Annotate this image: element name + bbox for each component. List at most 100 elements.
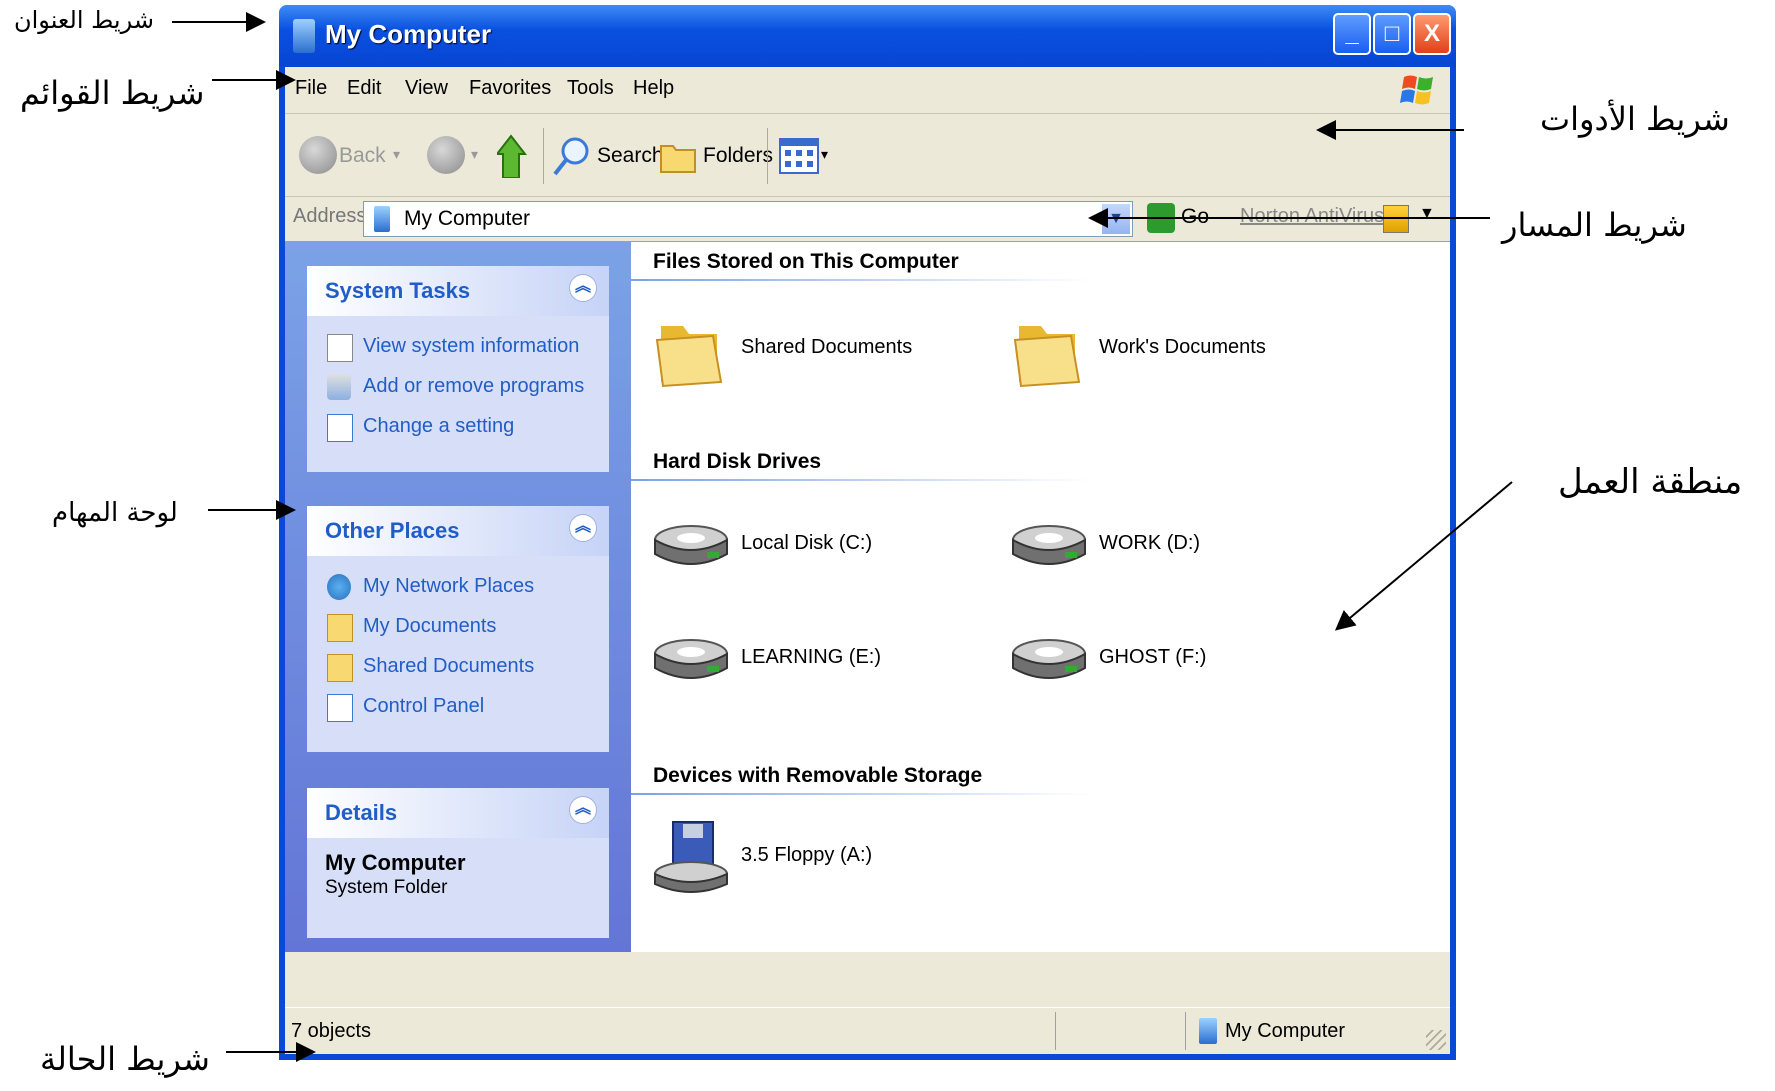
menu-favorites[interactable]: Favorites [469, 77, 551, 100]
go-button[interactable]: Go [1181, 205, 1209, 229]
folder-icon [1013, 326, 1081, 388]
folders-icon[interactable] [659, 140, 697, 174]
label-toolbar: شريط الأدوات [1540, 100, 1730, 138]
collapse-chevron-icon[interactable]: ︽ [569, 796, 597, 824]
my-computer-window: My Computer _ □ X File Edit View Favorit… [279, 5, 1456, 1060]
views-dropdown-icon[interactable]: ▾ [821, 146, 828, 163]
label-task-pane: لوحة المهام [52, 498, 178, 528]
group-heading: Files Stored on This Computer [653, 250, 959, 273]
up-folder-icon[interactable] [497, 134, 533, 178]
status-location: My Computer [1225, 1020, 1346, 1042]
menu-bar: File Edit View Favorites Tools Help [285, 67, 1450, 114]
menu-edit[interactable]: Edit [347, 77, 381, 100]
place-my-documents[interactable]: My Documents [307, 608, 609, 648]
maximize-button[interactable]: □ [1373, 13, 1411, 55]
menu-view[interactable]: View [405, 77, 448, 100]
collapse-chevron-icon[interactable]: ︽ [569, 274, 597, 302]
menu-tools[interactable]: Tools [567, 77, 614, 100]
folder-icon [655, 326, 723, 388]
details-title: Details [325, 800, 398, 825]
place-shared-documents[interactable]: Shared Documents [307, 648, 609, 688]
label-address-bar: شريط المسار [1502, 206, 1687, 244]
forward-arrow-icon[interactable] [427, 136, 465, 174]
item-label: 3.5 Floppy (A:) [741, 844, 873, 866]
views-icon[interactable] [779, 138, 819, 174]
menu-help[interactable]: Help [633, 77, 674, 100]
norton-antivirus-link[interactable]: Norton AntiVirus [1240, 205, 1384, 228]
task-pane: System Tasks ︽ View system information A… [285, 242, 631, 952]
hard-drive-icon [1012, 525, 1086, 565]
item-label: Work's Documents [1099, 336, 1266, 358]
task-view-system-info[interactable]: View system information [307, 328, 609, 368]
task-label: Add or remove programs [363, 375, 585, 397]
place-control-panel[interactable]: Control Panel [307, 688, 609, 728]
back-dropdown-icon[interactable]: ▾ [393, 146, 400, 163]
control-panel-icon [327, 694, 353, 722]
task-label: Change a setting [363, 415, 515, 437]
my-documents-icon [327, 614, 353, 642]
label-title-bar: شريط العنوان [14, 6, 154, 34]
task-change-setting[interactable]: Change a setting [307, 408, 609, 448]
other-places-title: Other Places [325, 518, 460, 543]
label-menu-bar: شريط القوائم [20, 74, 205, 112]
work-area: Files Stored on This Computer Shared Doc… [631, 242, 1450, 952]
item-label: Local Disk (C:) [741, 532, 873, 554]
other-places-panel: Other Places ︽ My Network Places My Docu… [307, 506, 609, 752]
minimize-button[interactable]: _ [1333, 13, 1371, 55]
search-icon[interactable] [551, 136, 591, 178]
toolbar: Back ▾ ▾ Search Folders ▾ [285, 114, 1450, 197]
floppy-drive-icon [654, 821, 728, 893]
go-arrow-icon[interactable] [1147, 203, 1175, 233]
windows-logo-icon [1400, 75, 1433, 105]
group-heading: Hard Disk Drives [653, 450, 822, 473]
address-field[interactable]: My Computer ▼ [363, 201, 1133, 237]
task-add-remove-programs[interactable]: Add or remove programs [307, 368, 609, 408]
control-panel-icon [327, 414, 353, 442]
details-panel: Details ︽ My Computer System Folder [307, 788, 609, 938]
item-label: GHOST (F:) [1099, 646, 1207, 668]
task-label: View system information [363, 335, 580, 357]
menu-file[interactable]: File [295, 77, 327, 100]
details-header[interactable]: Details ︽ [307, 788, 609, 838]
place-label: My Network Places [363, 575, 535, 597]
group-divider [631, 279, 1091, 281]
status-divider [1185, 1012, 1186, 1050]
hard-drive-icon [654, 639, 728, 679]
collapse-chevron-icon[interactable]: ︽ [569, 514, 597, 542]
toolbar-separator [543, 128, 544, 184]
other-places-header[interactable]: Other Places ︽ [307, 506, 609, 556]
group-divider [631, 793, 1091, 795]
address-bar: Address My Computer ▼ Go Norton AntiViru… [285, 197, 1450, 242]
status-object-count: 7 objects [291, 1020, 372, 1042]
place-my-network-places[interactable]: My Network Places [307, 568, 609, 608]
place-label: My Documents [363, 615, 497, 637]
resize-grip-icon[interactable] [1426, 1030, 1446, 1050]
status-divider [1055, 1012, 1056, 1050]
label-status-bar: شريط الحالة [40, 1040, 210, 1078]
title-bar[interactable]: My Computer _ □ X [279, 5, 1456, 67]
item-label: WORK (D:) [1099, 532, 1201, 554]
shared-folder-icon [327, 654, 353, 682]
back-button[interactable]: Back [339, 144, 386, 168]
system-info-icon [327, 334, 353, 362]
address-dropdown-icon[interactable]: ▼ [1102, 204, 1130, 234]
computer-icon [293, 19, 315, 53]
computer-icon [1199, 1018, 1217, 1044]
folders-button[interactable]: Folders [703, 144, 773, 168]
group-divider [631, 479, 1091, 481]
system-tasks-header[interactable]: System Tasks ︽ [307, 266, 609, 316]
norton-dropdown-icon[interactable]: ▼ [1419, 205, 1435, 223]
details-item-name: My Computer [325, 850, 466, 875]
hard-drive-icon [1012, 639, 1086, 679]
label-work-area: منطقة العمل [1558, 462, 1743, 502]
back-arrow-icon[interactable] [299, 136, 337, 174]
add-remove-programs-icon [327, 374, 351, 400]
search-button[interactable]: Search [597, 144, 664, 168]
forward-dropdown-icon[interactable]: ▾ [471, 146, 478, 163]
hard-drive-icon [654, 525, 728, 565]
status-bar: 7 objects My Computer [285, 1007, 1450, 1054]
place-label: Shared Documents [363, 655, 535, 677]
close-button[interactable]: X [1413, 13, 1451, 55]
norton-icon[interactable] [1383, 205, 1409, 233]
details-item-type: System Folder [325, 877, 448, 898]
